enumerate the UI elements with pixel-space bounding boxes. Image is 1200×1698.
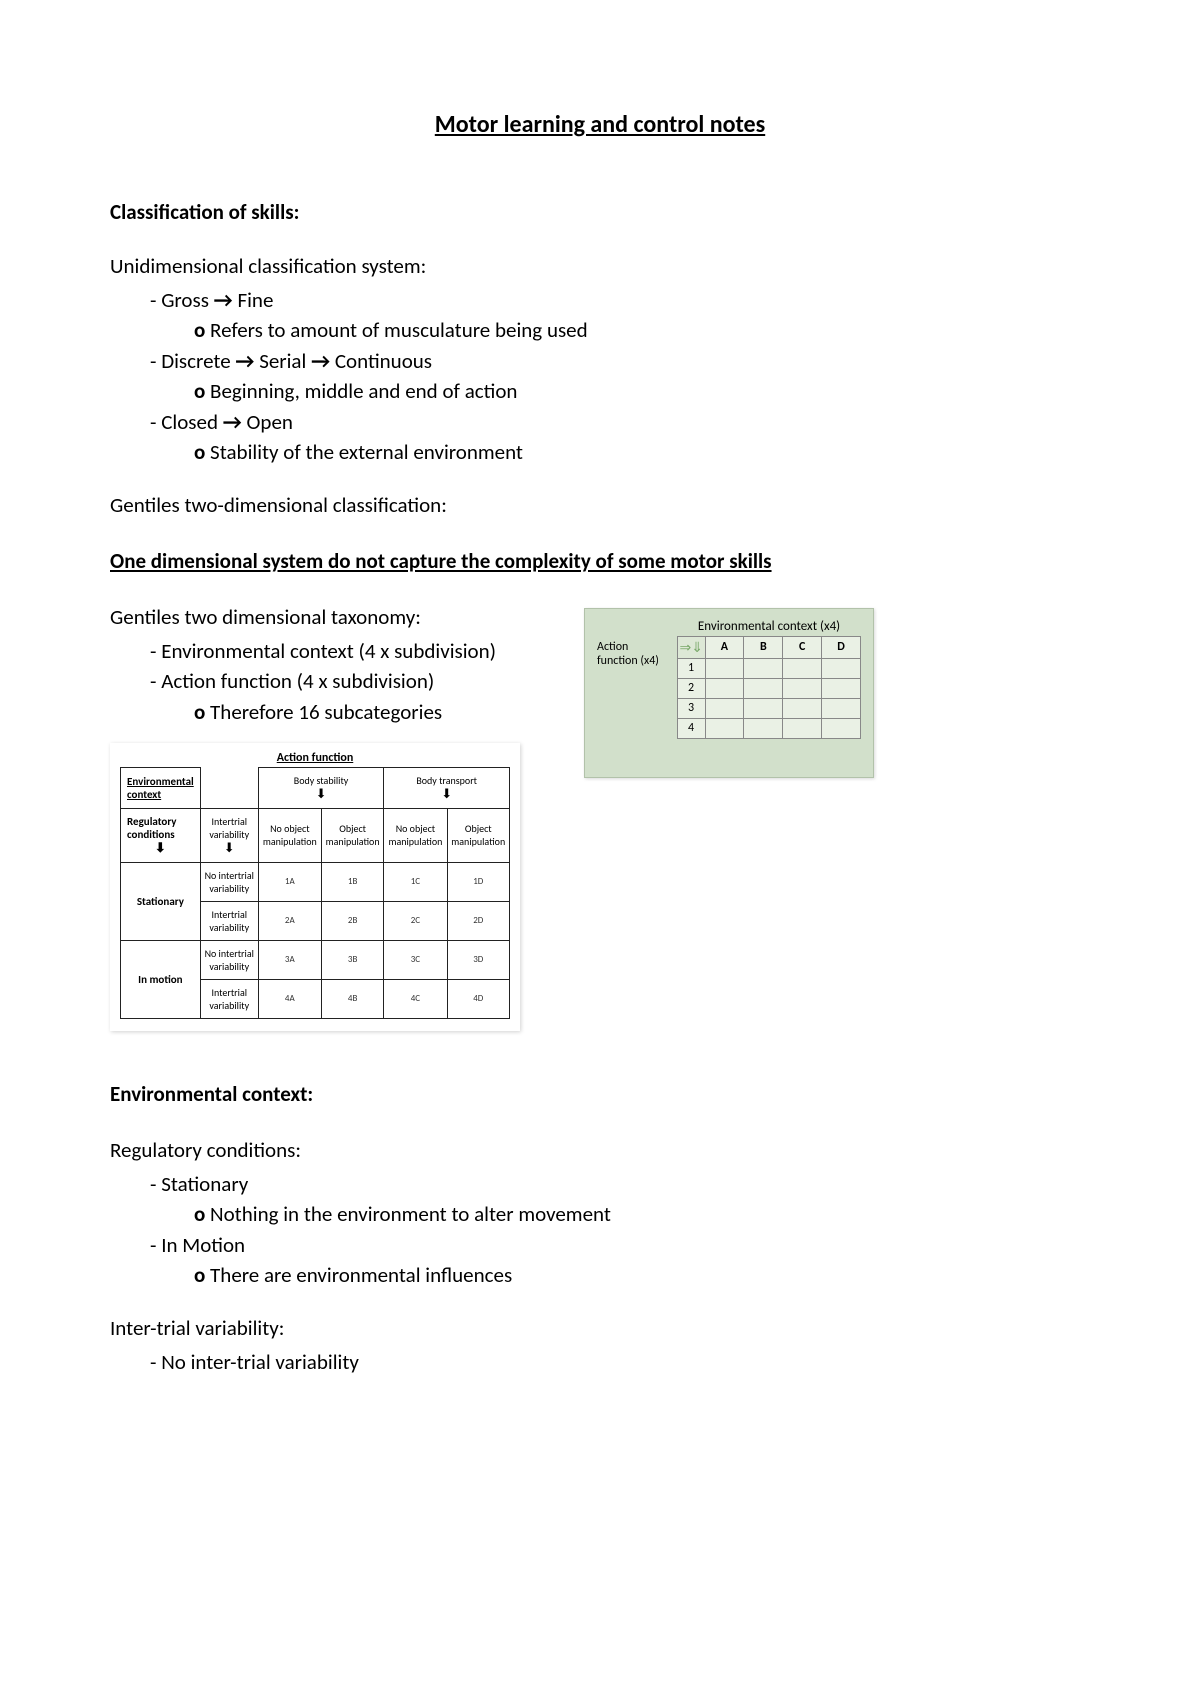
- unidim-heading: Unidimensional classification system:: [110, 253, 1090, 279]
- list-subitem: There are environmental influences: [194, 1260, 1090, 1290]
- discrete-label: Discrete: [161, 348, 230, 374]
- cell-3c: 3C: [384, 940, 447, 979]
- stationary-row: Stationary: [121, 862, 201, 940]
- list-subitem: Beginning, middle and end of action: [194, 376, 1090, 406]
- cell-2a: 2A: [258, 901, 321, 940]
- no-obj-header: No object manipulation: [258, 808, 321, 862]
- arrow-right-icon: →: [214, 287, 238, 313]
- mini-row-3: 3: [677, 698, 705, 718]
- no-obj-header: No object manipulation: [384, 808, 447, 862]
- itv-label: Intertrial variability: [200, 979, 258, 1018]
- arrow-right-icon: →: [235, 348, 259, 374]
- list-subitem: Nothing in the environment to alter move…: [194, 1199, 1090, 1229]
- list-item: In Motion There are environmental influe…: [150, 1230, 1090, 1291]
- cell-1c: 1C: [384, 862, 447, 901]
- body-stability-header: Body stability: [294, 774, 349, 787]
- mini-col-a: A: [705, 636, 744, 658]
- arrow-down-icon: ⬇: [204, 841, 255, 856]
- arrow-right-icon: →: [223, 409, 247, 435]
- list-item: Environmental context (4 x subdivision): [150, 636, 560, 666]
- obj-header: Object manipulation: [321, 808, 383, 862]
- mini-row-4: 4: [677, 718, 705, 738]
- single-dim-line: One dimensional system do not capture th…: [110, 548, 1090, 574]
- mini-row-2: 2: [677, 678, 705, 698]
- mini-env-title: Environmental context (x4): [597, 619, 861, 636]
- page-title: Motor learning and control notes: [110, 110, 1090, 139]
- no-itv-label: No intertrial variability: [200, 862, 258, 901]
- mini-taxonomy-table: Environmental context (x4) Action functi…: [584, 608, 874, 778]
- arrow-down-icon: [691, 642, 703, 656]
- cell-4a: 4A: [258, 979, 321, 1018]
- list-subitem: Stability of the external environment: [194, 437, 1090, 467]
- env-context-header: Environmental context: [127, 775, 194, 801]
- fine-label: Fine: [237, 287, 273, 313]
- arrow-down-icon: ⬇: [127, 841, 194, 856]
- mini-action-title: Action function (x4): [597, 640, 659, 668]
- cell-2c: 2C: [384, 901, 447, 940]
- env-context-heading: Environmental context:: [110, 1081, 1090, 1107]
- tax-act-label: Action function (4 x subdivision): [161, 668, 434, 694]
- cell-2d: 2D: [447, 901, 510, 940]
- arrow-down-icon: ⬇: [262, 787, 381, 802]
- arrow-down-icon: ⬇: [387, 787, 506, 802]
- gross-label: Gross: [161, 287, 209, 313]
- gentile-heading: Gentiles two-dimensional classification:: [110, 492, 1090, 518]
- cell-2b: 2B: [321, 901, 383, 940]
- itv-heading: Inter-trial variability:: [110, 1315, 1090, 1341]
- no-itv-label: No intertrial variability: [200, 940, 258, 979]
- list-item: Gross → Fine Refers to amount of muscula…: [150, 285, 1090, 346]
- list-item: Closed → Open Stability of the external …: [150, 407, 1090, 468]
- mini-col-c: C: [783, 636, 822, 658]
- inmotion-row: In motion: [121, 940, 201, 1018]
- list-subitem: Refers to amount of musculature being us…: [194, 315, 1090, 345]
- itv-label: Intertrial variability: [200, 901, 258, 940]
- list-item: Discrete → Serial → Continuous Beginning…: [150, 346, 1090, 407]
- cell-1b: 1B: [321, 862, 383, 901]
- regulatory-conditions-header: Regulatory conditions: [127, 815, 177, 841]
- reg-stationary: Stationary: [161, 1171, 248, 1197]
- list-item: Stationary Nothing in the environment to…: [150, 1169, 1090, 1230]
- continuous-label: Continuous: [335, 348, 432, 374]
- closed-label: Closed: [161, 409, 218, 435]
- taxonomy-heading: Gentiles two dimensional taxonomy:: [110, 604, 560, 630]
- cell-4b: 4B: [321, 979, 383, 1018]
- serial-label: Serial: [259, 348, 306, 374]
- cell-1a: 1A: [258, 862, 321, 901]
- list-subitem: Therefore 16 subcategories: [194, 697, 560, 727]
- reg-inmotion: In Motion: [161, 1232, 245, 1258]
- mini-col-b: B: [744, 636, 783, 658]
- cell-3b: 3B: [321, 940, 383, 979]
- intertrial-header: Intertrial variability: [209, 815, 249, 841]
- taxonomy-table: Action function Environmental context Bo…: [110, 743, 520, 1031]
- arrow-right-icon: →: [311, 348, 335, 374]
- cell-3d: 3D: [447, 940, 510, 979]
- cell-3a: 3A: [258, 940, 321, 979]
- list-item: Action function (4 x subdivision) Theref…: [150, 666, 560, 727]
- open-label: Open: [247, 409, 293, 435]
- regcond-heading: Regulatory conditions:: [110, 1137, 1090, 1163]
- cell-4d: 4D: [447, 979, 510, 1018]
- mini-row-1: 1: [677, 658, 705, 678]
- classification-heading: Classification of skills:: [110, 199, 1090, 225]
- list-item: No inter-trial variability: [150, 1347, 1090, 1377]
- action-function-header: Action function: [120, 751, 510, 765]
- arrow-right-icon: [680, 642, 692, 656]
- body-transport-header: Body transport: [416, 774, 477, 787]
- cell-4c: 4C: [384, 979, 447, 1018]
- mini-col-d: D: [822, 636, 861, 658]
- obj-header: Object manipulation: [447, 808, 510, 862]
- cell-1d: 1D: [447, 862, 510, 901]
